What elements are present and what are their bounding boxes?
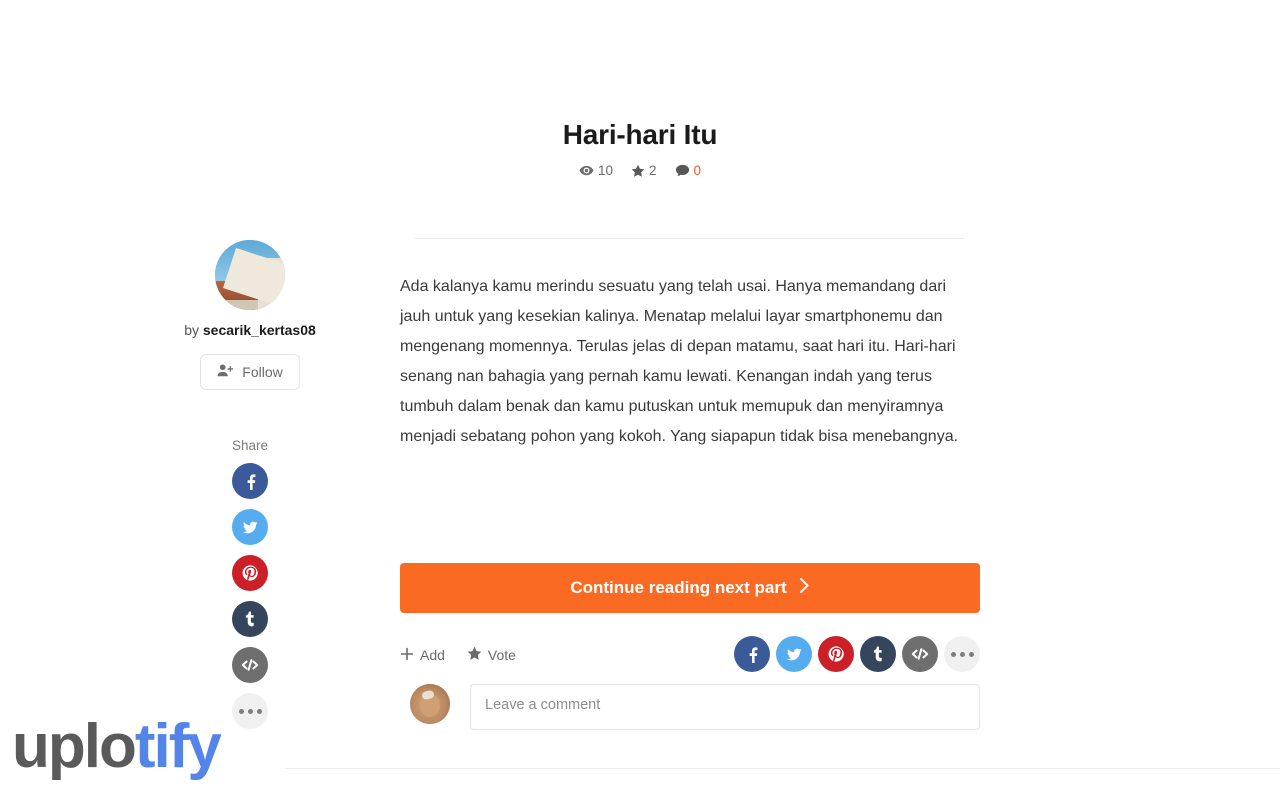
share-facebook-button-bottom[interactable] (734, 636, 770, 672)
star-icon (467, 646, 482, 664)
tumblr-icon (241, 610, 259, 628)
twitter-icon (241, 518, 259, 536)
eye-icon (579, 163, 594, 178)
article-action-row: Add Vote (400, 636, 980, 674)
uplotify-watermark: uplotify (12, 716, 222, 778)
stat-comments: 0 (675, 162, 702, 178)
stat-votes-value: 2 (649, 162, 657, 178)
share-embed-button-bottom[interactable] (902, 636, 938, 672)
bottom-divider (285, 768, 1280, 769)
stat-views-value: 10 (597, 162, 613, 178)
article-body: Ada kalanya kamu merindu sesuatu yang te… (400, 278, 959, 445)
share-pinterest-button[interactable] (232, 555, 268, 591)
share-more-button[interactable] (232, 693, 268, 729)
watermark-part-1: uplo (12, 712, 137, 781)
tumblr-icon (869, 645, 887, 663)
follow-button[interactable]: Follow (200, 354, 300, 390)
share-label: Share (231, 438, 269, 453)
watermark-part-2: tify (134, 712, 222, 781)
chevron-right-icon (799, 577, 810, 599)
byline: by secarik_kertas08 (150, 322, 350, 338)
continue-reading-button[interactable]: Continue reading next part (400, 563, 980, 613)
add-label: Add (420, 647, 445, 663)
vote-label: Vote (487, 647, 516, 663)
stat-votes: 2 (631, 164, 657, 178)
plus-icon (400, 647, 414, 664)
user-plus-icon (217, 363, 234, 381)
comment-icon (675, 163, 690, 178)
share-twitter-button-bottom[interactable] (776, 636, 812, 672)
article-page: Hari-hari Itu 10 2 0 by secarik_kertas08… (0, 0, 1280, 800)
page-title: Hari-hari Itu (562, 118, 718, 150)
stat-comments-value: 0 (693, 162, 702, 178)
share-tumblr-button-bottom[interactable] (860, 636, 896, 672)
ellipsis-icon (238, 708, 262, 714)
header-divider (414, 238, 964, 239)
pinterest-icon (241, 564, 259, 582)
pinterest-icon (827, 645, 845, 663)
byline-prefix: by (184, 322, 199, 338)
avatar[interactable] (215, 240, 285, 310)
vote-button[interactable]: Vote (467, 646, 516, 664)
code-icon (910, 645, 930, 663)
share-row (734, 636, 980, 672)
comment-input[interactable] (470, 684, 980, 730)
continue-reading-label: Continue reading next part (570, 578, 787, 597)
share-twitter-button[interactable] (232, 509, 268, 545)
share-facebook-button[interactable] (232, 463, 268, 499)
add-button[interactable]: Add (400, 647, 445, 664)
facebook-icon (743, 645, 761, 663)
facebook-icon (241, 472, 259, 490)
share-more-button-bottom[interactable] (944, 636, 980, 672)
avatar[interactable] (410, 684, 450, 724)
twitter-icon (785, 645, 803, 663)
star-icon (631, 164, 645, 178)
author-sidebar: by secarik_kertas08 Follow Share (150, 240, 350, 729)
share-pinterest-button-bottom[interactable] (818, 636, 854, 672)
stat-views: 10 (579, 163, 613, 178)
ellipsis-icon (950, 651, 974, 657)
article-stats: 10 2 0 (0, 163, 1280, 178)
share-embed-button[interactable] (232, 647, 268, 683)
code-icon (240, 656, 260, 674)
share-tumblr-button[interactable] (232, 601, 268, 637)
follow-button-label: Follow (242, 364, 283, 380)
share-stack (150, 463, 350, 729)
author-username[interactable]: secarik_kertas08 (203, 322, 316, 338)
comment-composer (410, 684, 980, 730)
